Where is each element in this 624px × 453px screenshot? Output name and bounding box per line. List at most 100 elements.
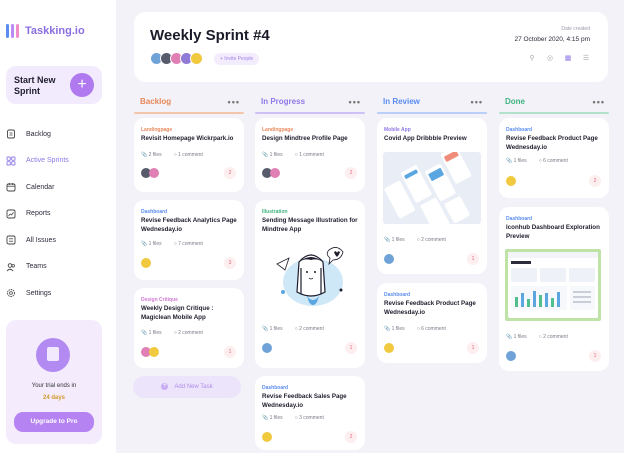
upgrade-button[interactable]: Upgrade to Pro xyxy=(14,412,94,432)
card-meta: 📎 1 files ○ 2 comment xyxy=(262,326,324,332)
card-count-badge: 1 xyxy=(589,350,601,362)
card-count-badge: 1 xyxy=(224,346,236,358)
start-new-sprint-button[interactable]: + xyxy=(70,73,94,97)
files-count: 📎 1 files xyxy=(384,326,405,332)
card-title: Revise Feedback Product Page Wednesday.i… xyxy=(506,135,598,151)
sidebar-nav: Backlog Active Sprints Calendar Reports … xyxy=(6,121,69,307)
card-count-badge: 1 xyxy=(467,342,479,354)
column-title-text: Done xyxy=(505,97,525,106)
comments-count: ○ 1 comment xyxy=(294,152,324,158)
users-icon xyxy=(6,263,15,272)
task-card[interactable]: Dashboard Revise Feedback Product Page W… xyxy=(499,118,609,198)
comments-count: ○ 6 comment xyxy=(416,326,446,332)
sidebar-item-label: Settings xyxy=(26,289,52,297)
avatar xyxy=(506,351,516,361)
sidebar-item-settings[interactable]: Settings xyxy=(6,280,69,307)
avatar xyxy=(149,168,159,178)
sidebar-item-reports[interactable]: Reports xyxy=(6,201,69,228)
files-count: 📎 1 files xyxy=(506,334,527,340)
app-logo[interactable]: Taskking.io xyxy=(6,24,85,38)
gear-icon xyxy=(7,289,15,298)
card-count-badge: 2 xyxy=(589,175,601,187)
files-count: 📎 1 files xyxy=(141,241,162,247)
card-count-badge: 3 xyxy=(224,257,236,269)
invite-people-button[interactable]: + Invite People xyxy=(214,53,260,65)
card-tag: Dashboard xyxy=(506,127,533,133)
list-view-icon[interactable]: ☰ xyxy=(582,55,590,63)
clipboard-icon xyxy=(7,129,15,139)
sidebar-item-backlog[interactable]: Backlog xyxy=(6,121,69,148)
sidebar-item-teams[interactable]: Teams xyxy=(6,254,69,281)
task-card[interactable]: Landingpage Design Mindtree Profile Page… xyxy=(255,118,365,192)
column-title: In Review ••• xyxy=(377,92,487,112)
avatar xyxy=(141,258,151,268)
avatar xyxy=(384,343,394,353)
task-card[interactable]: Dashboard Revise Feedback Sales Page Wed… xyxy=(255,376,365,450)
sidebar-item-calendar[interactable]: Calendar xyxy=(6,174,69,201)
task-card[interactable]: Mobile App Covid App Dribbble Preview 📎 … xyxy=(377,118,487,274)
column-title-text: In Review xyxy=(383,97,420,106)
column-menu-icon[interactable]: ••• xyxy=(593,92,605,112)
add-new-task-button[interactable]: + Add New Task xyxy=(133,376,241,398)
card-title: Iconhub Dashboard Exploration Preview xyxy=(506,224,600,240)
card-count-badge: 2 xyxy=(345,167,357,179)
covid-app-preview-image xyxy=(383,152,481,224)
card-meta: 📎 1 files ○ 1 comment xyxy=(262,152,324,158)
column-menu-icon[interactable]: ••• xyxy=(471,92,483,112)
card-title: Covid App Dribbble Preview xyxy=(384,135,467,142)
sidebar-item-active-sprints[interactable]: Active Sprints xyxy=(6,148,69,175)
avatar xyxy=(262,432,272,442)
column-menu-icon[interactable]: ••• xyxy=(349,92,361,112)
card-tag: Dashboard xyxy=(506,216,533,222)
bulb-icon[interactable]: ◎ xyxy=(546,55,554,63)
header-actions: ⚲ ◎ ▦ ☰ xyxy=(528,55,590,63)
task-card[interactable]: Landingpage Revisit Homepage Wickrpark.i… xyxy=(134,118,244,192)
column-underline xyxy=(134,112,244,114)
sidebar-item-all-issues[interactable]: All Issues xyxy=(6,227,69,254)
task-card[interactable]: Dashboard Revise Feedback Product Page W… xyxy=(377,283,487,363)
start-new-sprint-card: Start New Sprint + xyxy=(6,66,102,104)
comments-count: ○ 3 comment xyxy=(294,415,324,421)
sidebar-item-label: Reports xyxy=(26,210,51,218)
files-count: 📎 1 files xyxy=(141,330,162,336)
board-view-icon[interactable]: ▦ xyxy=(564,55,572,63)
grid-icon xyxy=(6,156,16,166)
avatar xyxy=(506,176,516,186)
task-card[interactable]: Dashboard Iconhub Dashboard Exploration … xyxy=(499,207,609,371)
card-tag: Mobile App xyxy=(384,127,411,133)
task-card[interactable]: Illustration Sending Message Illustratio… xyxy=(255,200,365,368)
trial-days: 24 days xyxy=(42,395,66,401)
avatar xyxy=(270,168,280,178)
column-title: Done ••• xyxy=(499,92,609,112)
card-count-badge: 1 xyxy=(467,253,479,265)
card-tag: Illustration xyxy=(262,209,288,215)
card-count-badge: 2 xyxy=(345,431,357,443)
task-card[interactable]: Design Critique Weekly Design Critique :… xyxy=(134,288,244,368)
card-count-badge: 2 xyxy=(224,167,236,179)
comments-count: ○ 2 comment xyxy=(538,334,568,340)
sprint-header: Weekly Sprint #4 + Invite People Date cr… xyxy=(134,12,608,82)
app-name: Taskking.io xyxy=(25,25,85,37)
column-menu-icon[interactable]: ••• xyxy=(228,92,240,112)
card-meta: 📎 1 files ○ 6 comment xyxy=(506,158,568,164)
card-meta: 📎 1 files ○ 2 comment xyxy=(384,237,446,243)
search-icon[interactable]: ⚲ xyxy=(528,55,536,63)
comments-count: ○ 2 comment xyxy=(294,326,324,332)
comments-count: ○ 1 comment xyxy=(173,152,203,158)
card-tag: Design Critique xyxy=(141,297,178,303)
sidebar-item-label: Active Sprints xyxy=(26,157,69,165)
iconhub-dashboard-preview-image xyxy=(505,249,601,321)
chart-icon xyxy=(6,209,16,219)
card-meta: 📎 2 files ○ 1 comment xyxy=(141,152,203,158)
card-tag: Dashboard xyxy=(262,385,289,391)
sidebar-item-label: Backlog xyxy=(26,130,51,138)
trial-text: Your trial ends in xyxy=(31,383,77,389)
task-card[interactable]: Dashboard Revise Feedback Analytics Page… xyxy=(134,200,244,280)
avatar xyxy=(149,347,159,357)
message-illustration xyxy=(276,247,344,306)
column-title: Backlog ••• xyxy=(134,92,244,112)
member-avatars[interactable] xyxy=(150,52,203,65)
files-count: 📎 2 files xyxy=(141,152,162,158)
column-title-text: In Progress xyxy=(261,97,306,106)
page-title: Weekly Sprint #4 xyxy=(150,27,270,44)
